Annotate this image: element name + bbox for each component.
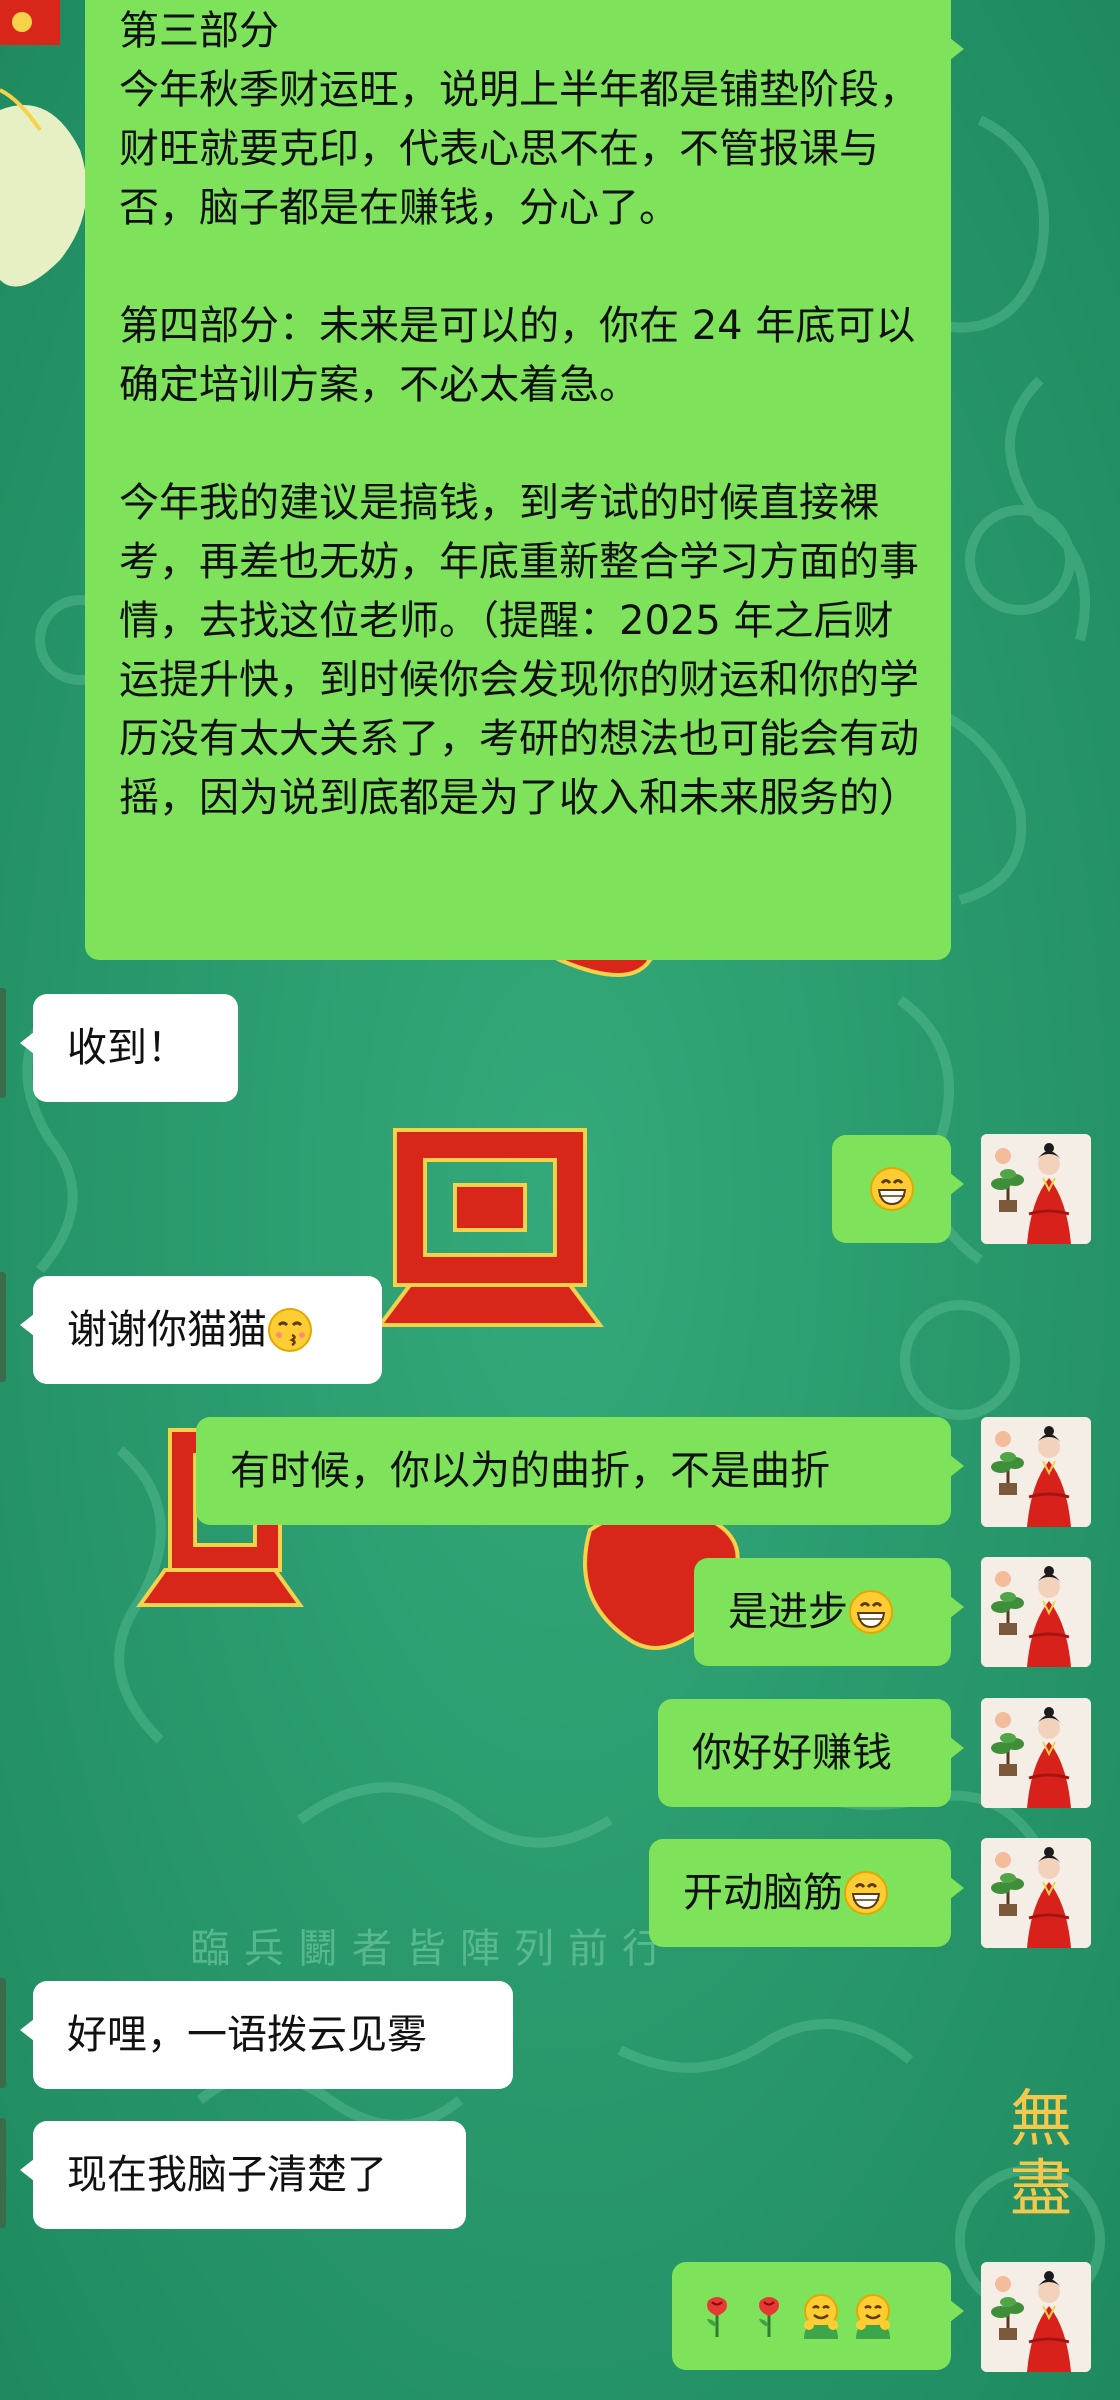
outgoing-message-long[interactable]: 第三部分 今年秋季财运旺，说明上半年都是铺垫阶段，财旺就要克印，代表心思不在，不… — [85, 0, 964, 960]
outgoing-message[interactable]: 是进步 — [694, 1558, 964, 1666]
message-paragraph: 第四部分：未来是可以的，你在 24 年底可以确定培训方案，不必太着急。 — [119, 303, 916, 408]
incoming-message[interactable]: 谢谢你猫猫 — [20, 1276, 382, 1384]
message-text: 好哩，一语拨云见雾 — [67, 2012, 427, 2058]
sender-avatar-edge[interactable] — [0, 988, 6, 1098]
kissing-face-icon — [267, 1307, 313, 1353]
sender-avatar-edge[interactable] — [0, 2118, 6, 2228]
outgoing-message[interactable]: 开动脑筋 — [649, 1839, 964, 1947]
my-avatar[interactable] — [981, 2262, 1091, 2372]
emoji-row — [694, 2293, 896, 2339]
outgoing-message[interactable]: 你好好赚钱 — [658, 1699, 964, 1807]
grinning-face-icon — [869, 1166, 915, 1212]
sender-avatar-edge[interactable] — [0, 1978, 6, 2088]
incoming-message[interactable]: 收到！ — [20, 994, 238, 1102]
my-avatar[interactable] — [981, 1557, 1091, 1667]
grinning-face-icon — [843, 1870, 889, 1916]
my-avatar[interactable] — [981, 1698, 1091, 1808]
message-text: 有时候，你以为的曲折，不是曲折 — [230, 1448, 830, 1494]
sender-avatar-edge[interactable] — [0, 1272, 6, 1382]
message-text: 收到！ — [67, 1025, 187, 1071]
message-paragraph: 今年我的建议是搞钱，到考试的时候直接裸考，再差也无妨，年底重新整合学习方面的事情… — [119, 480, 919, 821]
chat-message-list[interactable]: 第三部分 今年秋季财运旺，说明上半年都是铺垫阶段，财旺就要克印，代表心思不在，不… — [0, 0, 1120, 2400]
hugging-face-icon — [798, 2293, 844, 2339]
my-avatar[interactable] — [981, 1838, 1091, 1948]
rose-icon — [746, 2293, 792, 2339]
my-avatar[interactable] — [981, 1134, 1091, 1244]
hugging-face-icon — [850, 2293, 896, 2339]
message-paragraph: 第三部分 今年秋季财运旺，说明上半年都是铺垫阶段，财旺就要克印，代表心思不在，不… — [119, 8, 919, 231]
message-text: 谢谢你猫猫 — [67, 1307, 267, 1353]
incoming-message[interactable]: 现在我脑子清楚了 — [20, 2121, 466, 2229]
grinning-face-icon — [848, 1589, 894, 1635]
message-text: 是进步 — [728, 1589, 848, 1635]
outgoing-message[interactable]: 有时候，你以为的曲折，不是曲折 — [196, 1417, 964, 1525]
message-text: 开动脑筋 — [683, 1870, 843, 1916]
my-avatar[interactable] — [981, 1417, 1091, 1527]
incoming-message[interactable]: 好哩，一语拨云见雾 — [20, 1981, 513, 2089]
outgoing-message-emoji[interactable] — [832, 1135, 964, 1243]
outgoing-message-emoji[interactable] — [672, 2262, 964, 2370]
rose-icon — [694, 2293, 740, 2339]
message-text: 现在我脑子清楚了 — [67, 2152, 387, 2198]
message-text: 你好好赚钱 — [692, 1730, 892, 1776]
